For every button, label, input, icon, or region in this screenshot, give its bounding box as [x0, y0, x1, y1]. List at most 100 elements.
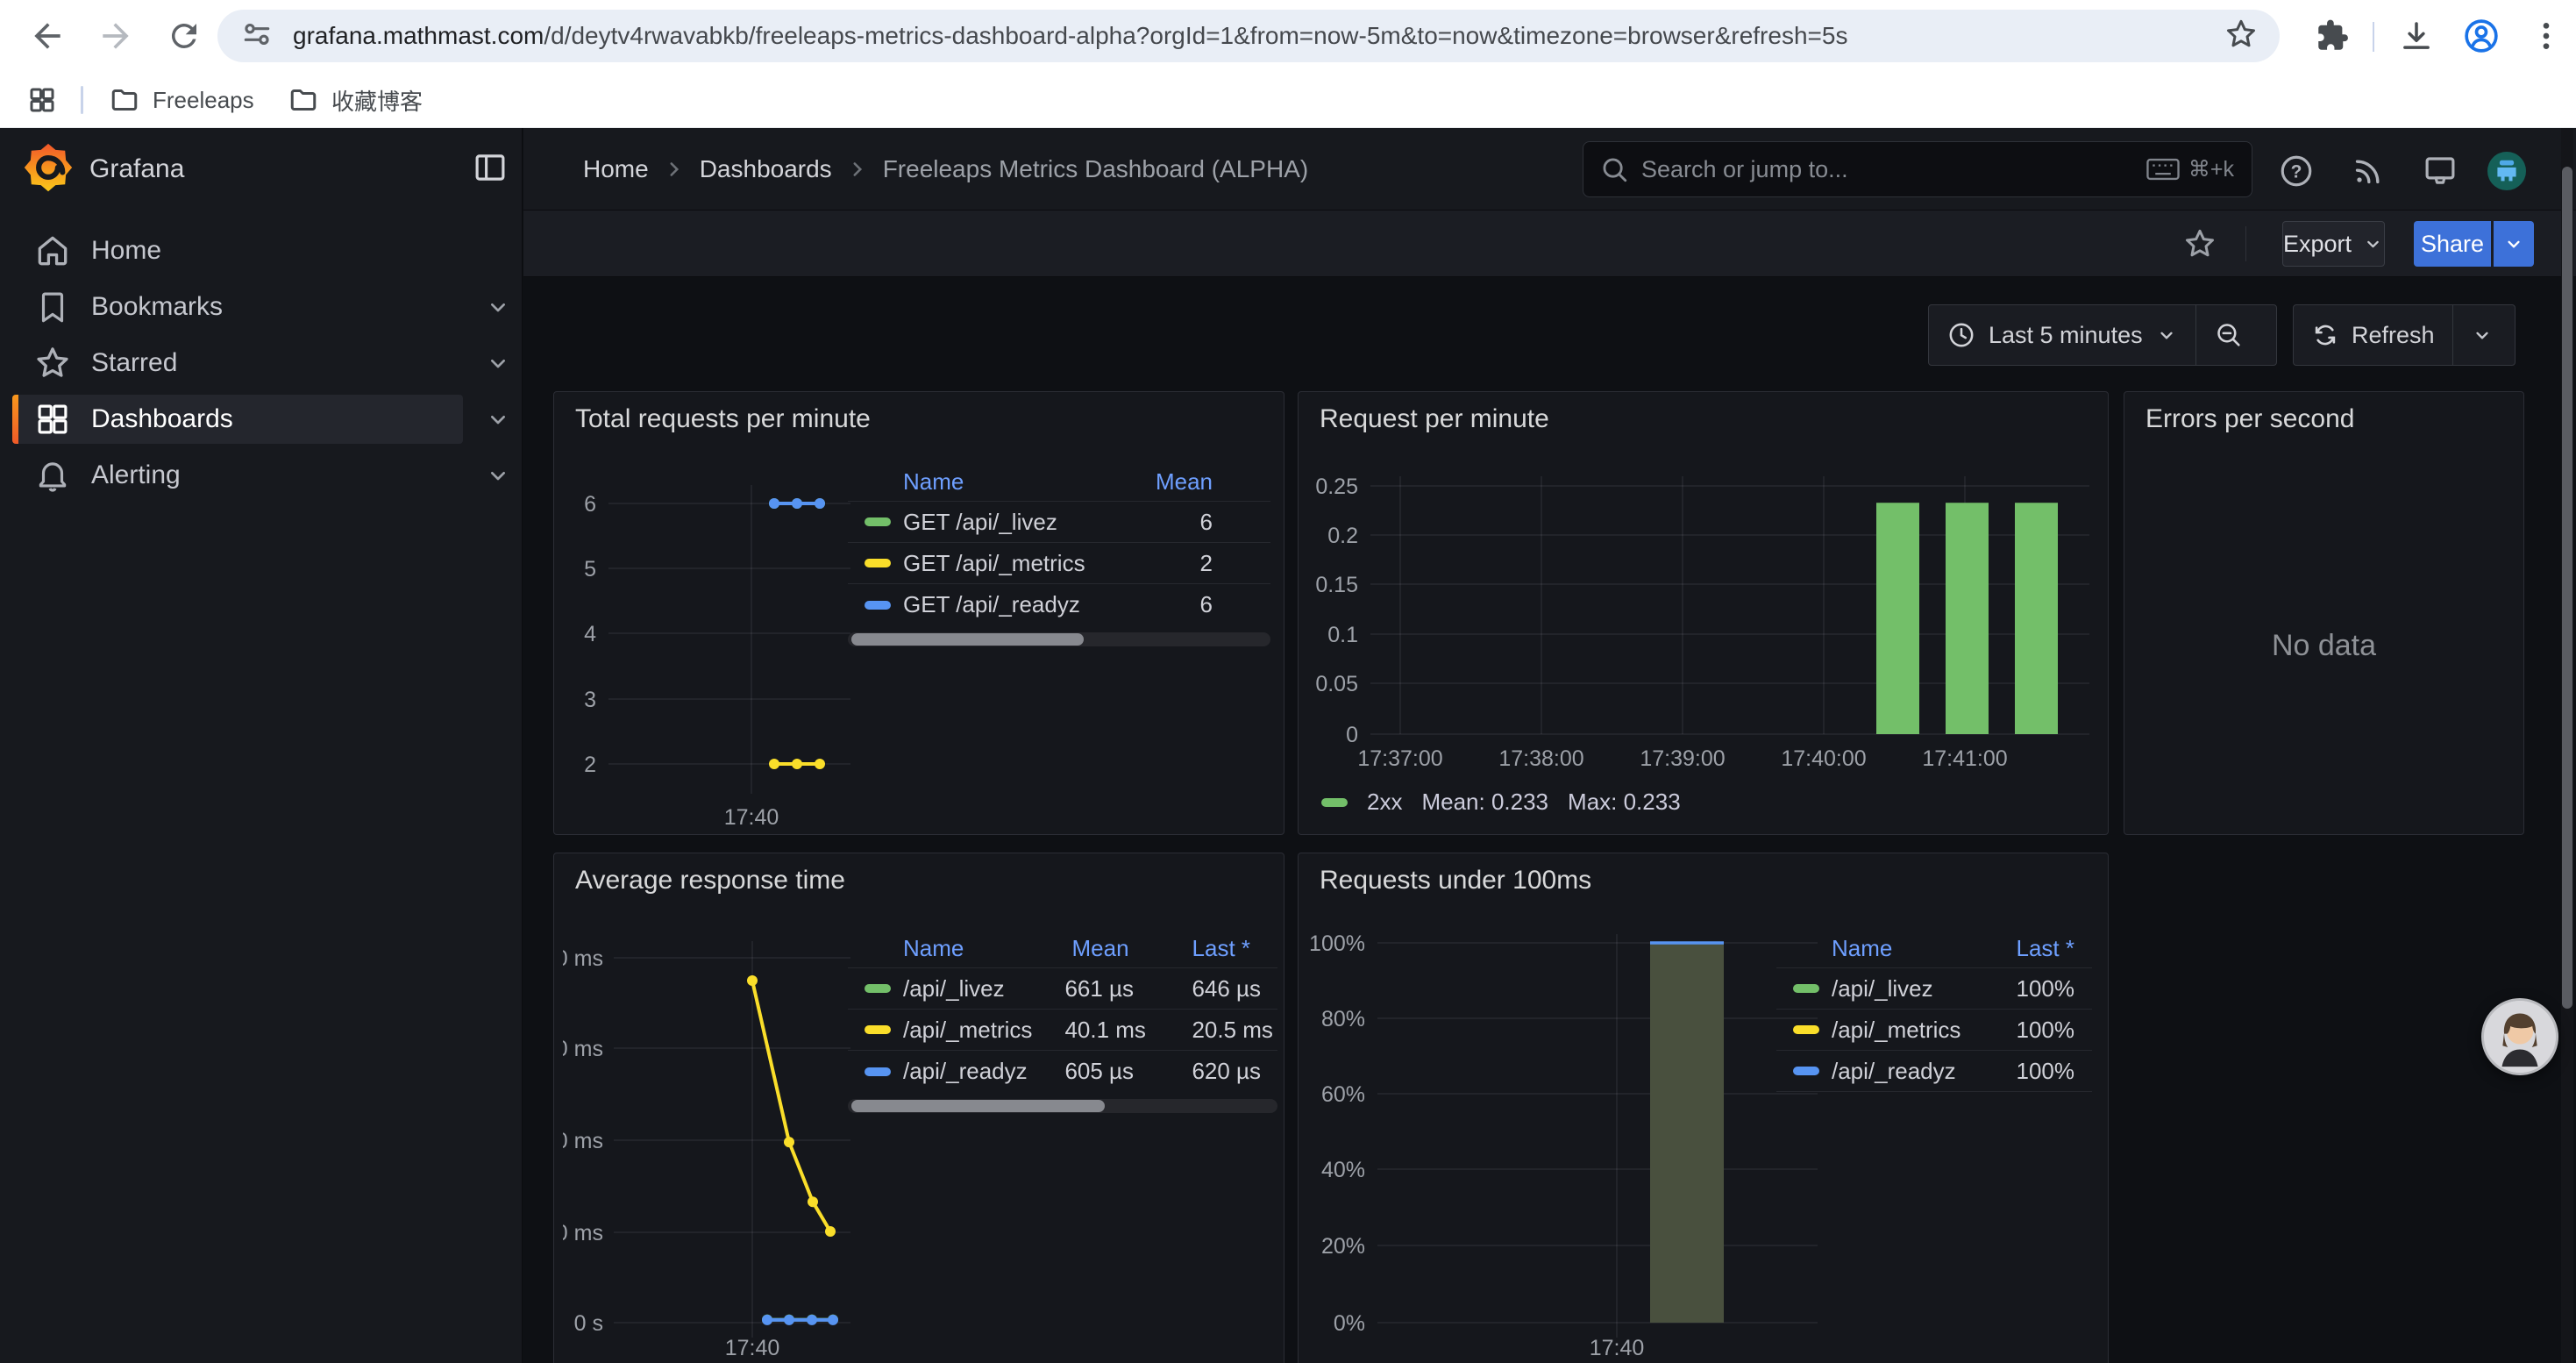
- svg-text:17:38:00: 17:38:00: [1498, 746, 1583, 771]
- panel-title[interactable]: Requests under 100ms: [1320, 866, 1591, 896]
- legend-row[interactable]: /api/_livez 100%: [1776, 968, 2092, 1010]
- refresh-button[interactable]: Refresh: [2294, 305, 2452, 365]
- browser-back-icon[interactable]: [23, 11, 72, 61]
- sidebar-item-label: Dashboards: [91, 404, 233, 434]
- svg-text:4: 4: [584, 622, 596, 646]
- org-avatar[interactable]: [2487, 152, 2526, 190]
- time-range-label: Last 5 minutes: [1989, 322, 2143, 349]
- news-rss-icon[interactable]: [2349, 152, 2387, 190]
- legend-row[interactable]: GET /api/_livez 6: [848, 502, 1270, 543]
- legend-row[interactable]: GET /api/_readyz 6: [848, 584, 1270, 625]
- chart-requests-under-100ms[interactable]: 100%80%60%40%20%0%17:40: [1307, 906, 1820, 1363]
- kiosk-monitor-icon[interactable]: [2421, 152, 2459, 190]
- chevron-down-icon[interactable]: [484, 293, 512, 321]
- site-info-icon[interactable]: [240, 18, 274, 55]
- svg-text:20 ms: 20 ms: [563, 1221, 603, 1245]
- grafana-app: Grafana Home Bookmarks Starred: [0, 128, 2576, 1363]
- assistant-avatar[interactable]: [2481, 998, 2558, 1075]
- chevron-down-icon: [2155, 324, 2178, 346]
- share-label: Share: [2421, 231, 2484, 258]
- panel-title[interactable]: Request per minute: [1320, 404, 1549, 434]
- legend-series-name[interactable]: 2xx: [1367, 789, 1402, 816]
- share-menu-button[interactable]: [2494, 221, 2534, 267]
- dock-menu-icon[interactable]: [472, 149, 509, 190]
- panel-title[interactable]: Average response time: [575, 866, 845, 896]
- svg-text:0.05: 0.05: [1315, 672, 1358, 696]
- scrollbar-thumb[interactable]: [851, 1100, 1105, 1112]
- breadcrumb-home[interactable]: Home: [583, 155, 649, 183]
- bookmark-folder-blogs[interactable]: 收藏博客: [274, 79, 437, 121]
- sidebar-item-dashboards[interactable]: Dashboards: [0, 391, 522, 447]
- series-color-pill: [865, 517, 891, 526]
- search-input[interactable]: Search or jump to... ⌘+k: [1583, 141, 2252, 197]
- legend-row[interactable]: /api/_readyz 100%: [1776, 1051, 2092, 1092]
- page-scrollbar[interactable]: [2561, 128, 2573, 1363]
- chart-legend[interactable]: 2xx Mean: 0.233 Max: 0.233: [1321, 789, 1681, 816]
- legend-header-mean[interactable]: Mean: [1111, 468, 1213, 496]
- share-split-button: Share: [2414, 221, 2534, 267]
- svg-text:60%: 60%: [1321, 1082, 1365, 1107]
- svg-text:80 ms: 80 ms: [563, 946, 603, 971]
- legend-header-name[interactable]: Name: [1776, 935, 1952, 962]
- dashboards-grid-icon: [33, 400, 72, 439]
- time-controls: Last 5 minutes: [1928, 304, 2277, 366]
- svg-text:40%: 40%: [1321, 1158, 1365, 1182]
- sidebar-item-label: Alerting: [91, 460, 181, 490]
- breadcrumb-dashboards[interactable]: Dashboards: [700, 155, 832, 183]
- export-button[interactable]: Export: [2282, 221, 2385, 267]
- sidebar-item-starred[interactable]: Starred: [0, 335, 522, 391]
- chevron-down-icon[interactable]: [484, 405, 512, 433]
- legend-row[interactable]: /api/_metrics 100%: [1776, 1010, 2092, 1051]
- legend-header-name[interactable]: Name: [848, 935, 1071, 962]
- side-panel-apps-icon[interactable]: [12, 79, 72, 121]
- series-color-pill: [865, 601, 891, 610]
- sidebar-item-alerting[interactable]: Alerting: [0, 447, 522, 503]
- chart-total-requests[interactable]: 6543217:40: [563, 453, 854, 835]
- panel-title[interactable]: Errors per second: [2145, 404, 2354, 434]
- bookmark-label: 收藏博客: [331, 84, 423, 117]
- chevron-down-icon[interactable]: [484, 349, 512, 377]
- legend-header-last[interactable]: Last *: [1192, 935, 1277, 962]
- series-color-pill: [1793, 984, 1819, 993]
- profile-icon[interactable]: [2460, 15, 2502, 57]
- favorite-star-icon[interactable]: [2182, 226, 2217, 266]
- legend-row[interactable]: GET /api/_metrics 2: [848, 543, 1270, 584]
- browser-reload-icon[interactable]: [160, 11, 209, 61]
- sidebar-item-bookmarks[interactable]: Bookmarks: [0, 279, 522, 335]
- chart-request-per-minute[interactable]: 0.250.20.150.10.05017:37:0017:38:0017:39…: [1307, 445, 2101, 789]
- legend-row[interactable]: /api/_readyz 605 µs 620 µs: [848, 1051, 1277, 1092]
- star-icon: [33, 344, 72, 382]
- sidebar-item-home[interactable]: Home: [0, 223, 522, 279]
- series-color-pill: [865, 1067, 891, 1076]
- legend-header-last[interactable]: Last *: [1952, 935, 2074, 962]
- legend-row[interactable]: /api/_metrics 40.1 ms 20.5 ms: [848, 1010, 1277, 1051]
- keyboard-icon: [2146, 156, 2180, 182]
- legend-scrollbar[interactable]: [848, 632, 1270, 646]
- grafana-logo[interactable]: [23, 142, 74, 197]
- scrollbar-thumb[interactable]: [2562, 167, 2572, 1009]
- zoom-out-button[interactable]: [2196, 305, 2261, 365]
- refresh-interval-button[interactable]: [2453, 305, 2511, 365]
- chevron-down-icon[interactable]: [484, 461, 512, 489]
- legend-scrollbar[interactable]: [848, 1099, 1277, 1113]
- downloads-icon[interactable]: [2395, 15, 2437, 57]
- legend-max: Max: 0.233: [1568, 789, 1681, 816]
- browser-forward-icon[interactable]: [91, 11, 140, 61]
- legend-header-name[interactable]: Name: [848, 468, 1111, 496]
- chart-average-response-time[interactable]: 80 ms60 ms40 ms20 ms0 s17:40: [563, 906, 854, 1363]
- bookmark-star-icon[interactable]: [2224, 17, 2259, 56]
- help-icon[interactable]: ?: [2277, 152, 2316, 190]
- address-bar[interactable]: grafana.mathmast.com/d/deytv4rwavabkb/fr…: [217, 10, 2280, 62]
- series-color-pill: [1321, 798, 1348, 807]
- legend-row[interactable]: /api/_livez 661 µs 646 µs: [848, 968, 1277, 1010]
- legend-header-mean[interactable]: Mean: [1071, 935, 1128, 962]
- extensions-icon[interactable]: [2311, 15, 2353, 57]
- browser-menu-icon[interactable]: [2525, 15, 2567, 57]
- panel-title[interactable]: Total requests per minute: [575, 404, 871, 434]
- bookmark-folder-freeleaps[interactable]: Freeleaps: [95, 79, 268, 121]
- breadcrumb: Home Dashboards Freeleaps Metrics Dashbo…: [583, 128, 1308, 211]
- time-range-picker[interactable]: Last 5 minutes: [1929, 305, 2195, 365]
- breadcrumb-current-page: Freeleaps Metrics Dashboard (ALPHA): [883, 155, 1309, 183]
- share-button[interactable]: Share: [2414, 221, 2491, 267]
- scrollbar-thumb[interactable]: [851, 633, 1084, 646]
